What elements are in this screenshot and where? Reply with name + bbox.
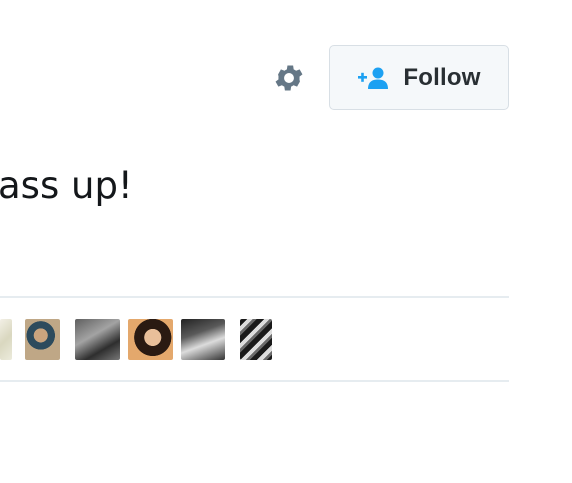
follow-button-label: Follow — [403, 63, 481, 91]
avatar[interactable] — [181, 319, 225, 360]
divider — [0, 380, 509, 382]
gear-icon[interactable] — [272, 61, 306, 95]
avatar[interactable] — [128, 319, 173, 360]
avatar[interactable] — [0, 319, 12, 360]
tweet-text: ass up! — [0, 164, 133, 207]
follow-button[interactable]: Follow — [329, 45, 509, 110]
add-user-icon — [357, 66, 391, 90]
avatar[interactable] — [240, 319, 272, 360]
avatar[interactable] — [75, 319, 120, 360]
divider — [0, 296, 509, 298]
avatar[interactable] — [25, 319, 60, 360]
